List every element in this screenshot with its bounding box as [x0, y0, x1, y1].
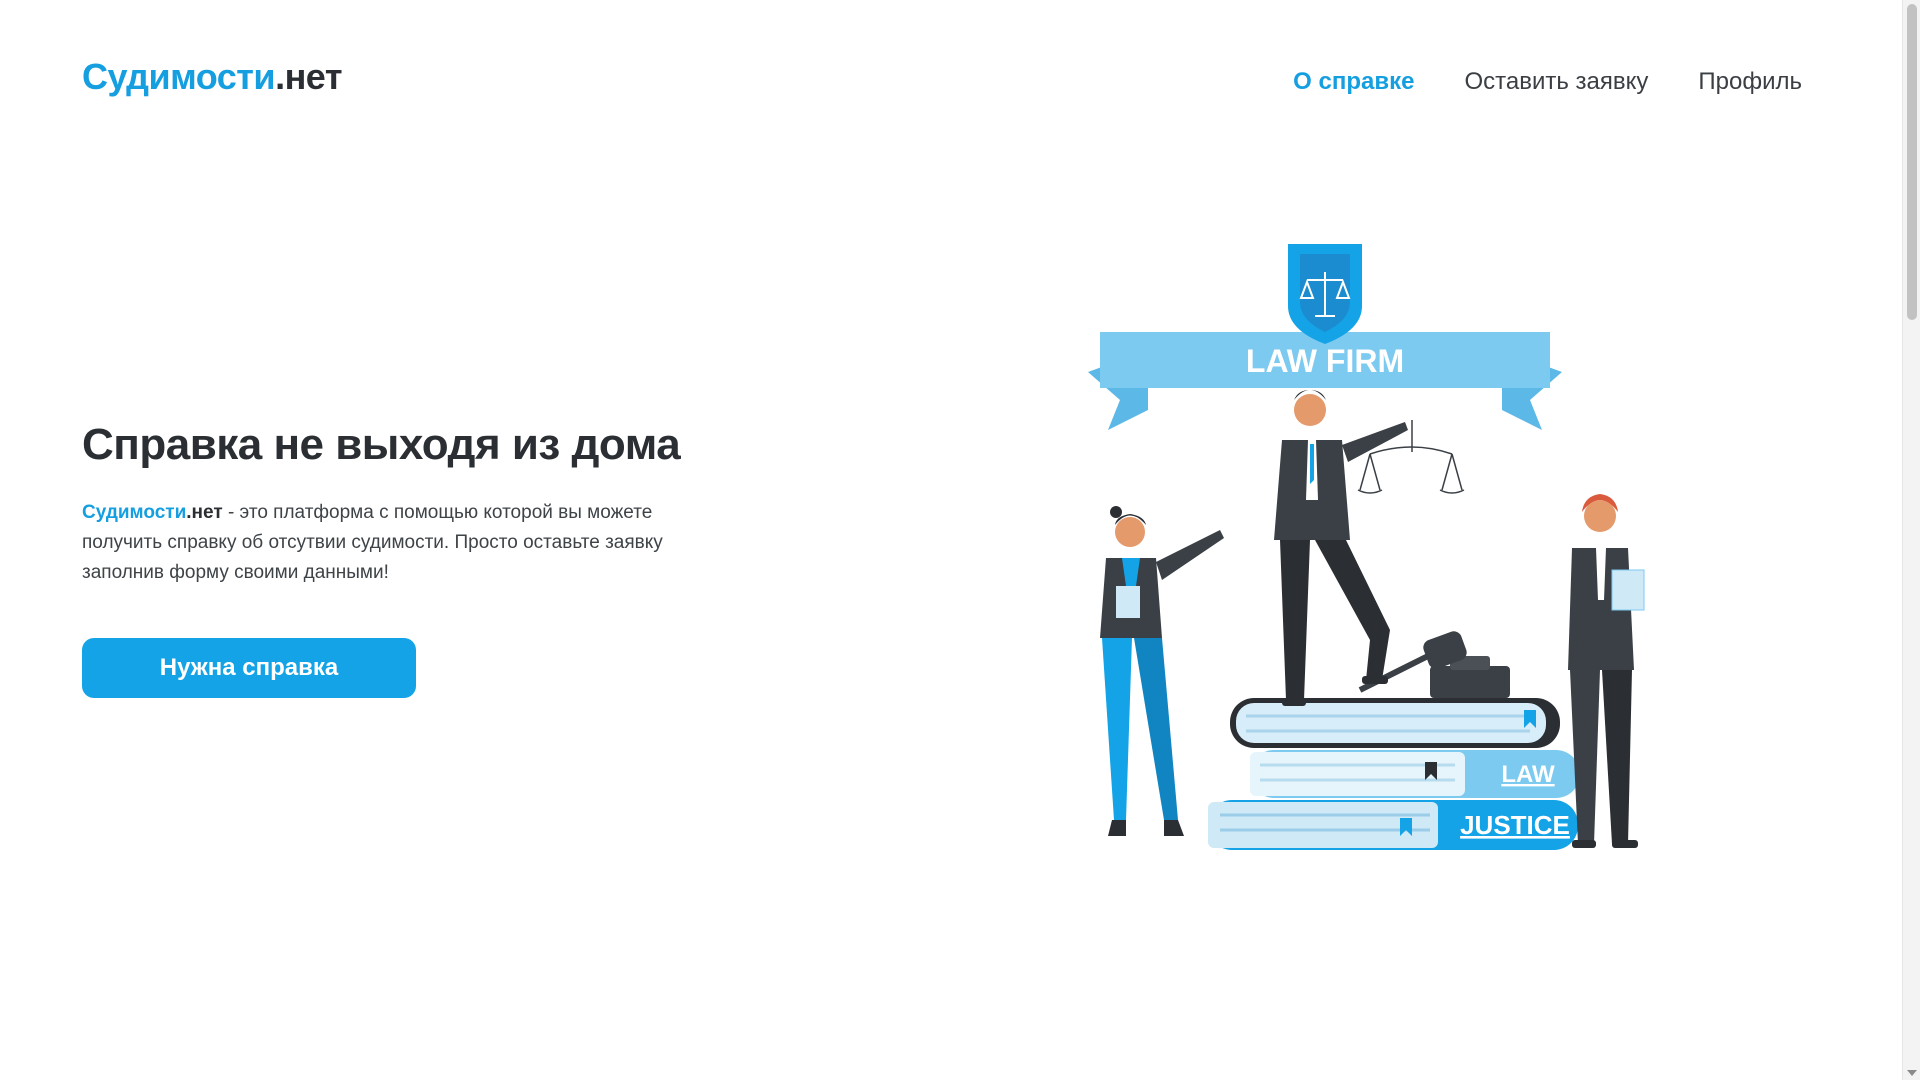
desc-brand-accent: Судимости: [82, 502, 187, 523]
law-firm-illustration: LAW FIRM JUSTICE LAW: [1060, 240, 1680, 860]
hero-title: Справка не выходя из дома: [82, 420, 681, 469]
nav-link-about[interactable]: О справке: [1293, 68, 1414, 96]
books-stack: JUSTICE LAW: [1208, 698, 1580, 850]
hero-description: Судимости.нет - это платформа с помощью …: [82, 498, 682, 588]
woman-with-document: [1100, 506, 1224, 836]
book-label-justice: JUSTICE: [1460, 810, 1570, 840]
need-certificate-button[interactable]: Нужна справка: [82, 638, 416, 698]
scrollbar-thumb[interactable]: [1907, 4, 1917, 320]
hanging-scales-icon: [1357, 420, 1465, 494]
desc-brand-suffix: .нет: [186, 502, 223, 523]
scroll-down-arrow-icon[interactable]: [1907, 1070, 1917, 1076]
banner-text: LAW FIRM: [1246, 343, 1404, 379]
book-label-law: LAW: [1501, 761, 1555, 788]
site-header: Судимости.нет О справке Оставить заявку …: [0, 0, 1902, 160]
logo-accent-text: Судимости: [82, 56, 276, 97]
main-nav: О справке Оставить заявку Профиль: [1293, 68, 1802, 96]
page-scrollbar[interactable]: [1902, 0, 1920, 1080]
site-logo[interactable]: Судимости.нет: [82, 56, 342, 98]
logo-suffix-text: .нет: [275, 56, 342, 97]
man-with-folder: [1568, 494, 1645, 848]
nav-link-apply[interactable]: Оставить заявку: [1464, 68, 1648, 96]
nav-link-profile[interactable]: Профиль: [1698, 68, 1802, 96]
